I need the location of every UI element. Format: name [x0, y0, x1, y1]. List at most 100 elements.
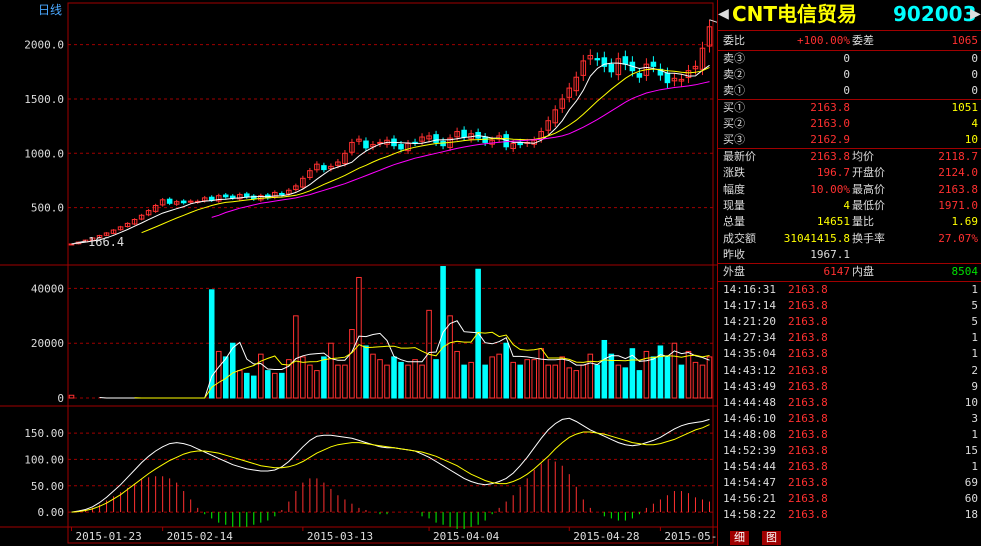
volume-tick-label: 20000 [31, 337, 64, 350]
volume-bar [243, 372, 250, 399]
stat-value: 4 [843, 198, 850, 212]
tick-time: 14:21:20 [723, 315, 776, 329]
weibi-label: 委比 [723, 34, 745, 47]
candle-body [229, 195, 236, 199]
tab-detail[interactable]: 细 [730, 531, 749, 545]
next-stock-arrow-icon[interactable]: ▶ [970, 4, 981, 24]
x-tick-label: 2015-05-23 [664, 530, 717, 543]
low-price-label: 166.4 [88, 235, 124, 249]
sell-label: 卖② [723, 68, 745, 81]
volume-bar [531, 359, 538, 399]
stat-label: 涨跌 [723, 166, 745, 180]
candle-body [180, 200, 187, 204]
tick-price: 2163.8 [788, 315, 828, 329]
stat-value-2: 1.69 [951, 215, 979, 229]
volume-bar [419, 364, 425, 399]
macd-tick-label: 150.00 [24, 427, 64, 440]
stat-row: 总量 14651 量比 1.69 [718, 214, 981, 230]
sell-row: 卖③ 0 0 [718, 51, 981, 67]
candle-body [461, 129, 467, 138]
stock-name: CNT电信贸易 [732, 2, 858, 26]
volume-bar [314, 370, 320, 399]
volume-bar [692, 361, 699, 399]
sell-volume: 0 [971, 68, 978, 81]
volume-bar [699, 364, 706, 399]
candle-body [321, 165, 327, 171]
stat-label: 现量 [723, 198, 745, 212]
stat-row: 现量 4 最低价 1971.0 [718, 198, 981, 214]
x-tick-label: 2015-04-04 [433, 530, 500, 543]
tick-volume: 1 [971, 460, 978, 474]
volume-bar [447, 315, 453, 399]
weibi-row: 委比 +100.00% 委差 1065 [718, 33, 981, 49]
tick-volume: 69 [964, 476, 978, 490]
x-tick-label: 2015-01-23 [76, 530, 142, 543]
volume-bar [279, 372, 285, 399]
tick-volume: 1 [971, 347, 978, 361]
tick-time: 14:54:44 [723, 460, 776, 474]
stat-value-2: 2163.8 [938, 182, 978, 196]
kline-chart-area[interactable]: 2000.01500.01000.0500.0日线2163.8166.44000… [0, 0, 717, 546]
volume-tick-label: 0 [57, 392, 64, 405]
stat-value: 10.00% [810, 182, 850, 196]
volume-bar [524, 359, 530, 399]
volume-bar [657, 345, 664, 399]
macd-line [71, 417, 710, 513]
tick-row: 14:52:39 2163.8 15 [718, 443, 981, 459]
bottom-tabs: 细 图 [718, 530, 981, 546]
tick-volume: 9 [971, 379, 978, 393]
volume-bar [594, 364, 601, 399]
tick-time: 14:46:10 [723, 411, 776, 425]
sell-label: 卖① [723, 84, 745, 97]
buy-row: 买② 2163.0 4 [718, 116, 981, 132]
stat-row: 昨收 1967.1 [718, 247, 981, 263]
candle-body [433, 134, 439, 143]
weicha-label: 委差 [852, 34, 874, 47]
buy-label: 买① [723, 101, 745, 114]
prev-stock-arrow-icon[interactable]: ◀ [718, 4, 729, 24]
ma-line-ma5 [71, 62, 710, 245]
volume-bar [650, 356, 657, 399]
tick-volume: 1 [971, 283, 978, 296]
tick-row: 14:44:48 2163.8 10 [718, 395, 981, 411]
weicha-value: 1065 [951, 34, 979, 47]
outer-label: 外盘 [723, 265, 745, 278]
tick-time: 14:48:08 [723, 427, 776, 441]
volume-bar [363, 345, 369, 399]
volume-bar [461, 364, 467, 399]
macd-tick-label: 0.00 [38, 506, 65, 519]
tick-volume: 10 [964, 395, 978, 409]
volume-bar [636, 370, 643, 399]
stat-label-2: 均价 [852, 150, 874, 163]
sell-volume: 0 [971, 84, 978, 97]
volume-bar [215, 350, 222, 399]
volume-bar [68, 394, 75, 399]
volume-bar [300, 356, 306, 399]
sell-price: 0 [843, 84, 850, 97]
candle-body [363, 140, 369, 149]
volume-bar [468, 361, 474, 399]
tick-price: 2163.8 [788, 331, 828, 345]
stock-title-bar: ◀ CNT电信贸易 902003 ▶ [718, 0, 981, 31]
stat-label-2: 换手率 [852, 231, 885, 245]
volume-bar [391, 356, 397, 399]
stat-label-2: 开盘价 [852, 166, 885, 180]
tick-volume: 3 [971, 411, 978, 425]
kline-chart-svg[interactable]: 2000.01500.01000.0500.0日线2163.8166.44000… [0, 0, 717, 546]
volume-bar [335, 364, 341, 399]
tick-price: 2163.8 [788, 283, 828, 296]
volume-bar [433, 359, 439, 399]
volume-bar [580, 364, 587, 399]
volume-bar [482, 364, 488, 399]
macd-line [71, 424, 710, 513]
volume-bar [349, 329, 355, 399]
volume-bar [251, 375, 257, 399]
tick-row: 14:35:04 2163.8 1 [718, 346, 981, 362]
volume-bar [664, 356, 671, 399]
tick-row: 14:58:22 2163.8 18 [718, 507, 981, 523]
volume-bar [706, 356, 713, 399]
volume-bar [405, 364, 411, 399]
tab-chart[interactable]: 图 [762, 531, 781, 545]
volume-bar [454, 350, 460, 399]
volume-bar [503, 342, 509, 399]
